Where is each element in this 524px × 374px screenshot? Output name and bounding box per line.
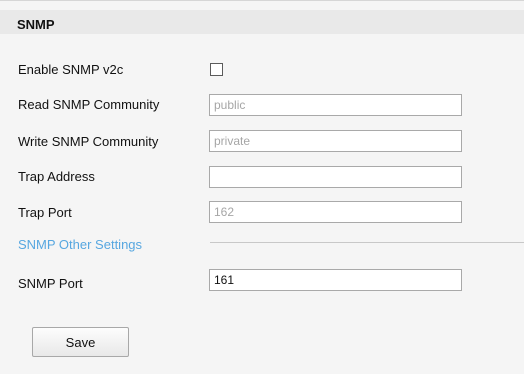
trap-address-label: Trap Address [18, 169, 95, 184]
trap-port-input[interactable] [209, 201, 462, 223]
trap-port-label: Trap Port [18, 205, 72, 220]
section-title: SNMP [17, 17, 55, 32]
write-community-input[interactable] [209, 130, 462, 152]
snmp-port-label: SNMP Port [18, 276, 83, 291]
section-header: SNMP [0, 10, 524, 34]
read-community-label: Read SNMP Community [18, 97, 160, 112]
section-divider [210, 242, 524, 243]
snmp-settings-panel: SNMP Enable SNMP v2c Read SNMP Community… [0, 0, 524, 374]
trap-address-input[interactable] [209, 166, 462, 188]
other-settings-title: SNMP Other Settings [18, 237, 143, 252]
read-community-input[interactable] [209, 94, 462, 116]
save-button[interactable]: Save [32, 327, 129, 357]
snmp-port-input[interactable] [209, 269, 462, 291]
enable-snmp-v2c-label: Enable SNMP v2c [18, 62, 124, 77]
enable-snmp-v2c-checkbox[interactable] [210, 63, 223, 76]
write-community-label: Write SNMP Community [18, 134, 159, 149]
